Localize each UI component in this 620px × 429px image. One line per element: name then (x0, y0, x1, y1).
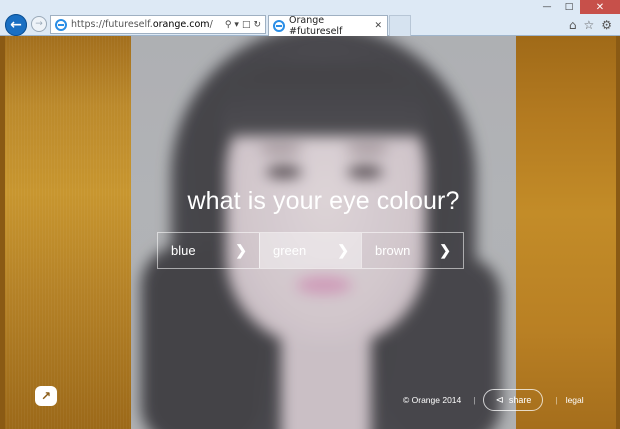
chevron-right-icon: ❯ (439, 242, 451, 258)
tab-title: Orange #futureself (289, 15, 343, 37)
home-icon[interactable]: ⌂ (569, 18, 577, 32)
search-icon[interactable]: ⚲ (225, 20, 232, 30)
copyright-text: © Orange 2014 (403, 395, 462, 405)
left-side-panel (0, 36, 131, 429)
address-bar[interactable]: https://futureself.orange.com/ ⚲ ▾ □ ↻ (50, 15, 266, 34)
option-brown[interactable]: brown ❯ (361, 233, 463, 268)
close-window-icon[interactable]: ✕ (580, 0, 620, 14)
option-label: blue (171, 243, 196, 258)
gear-icon[interactable]: ⚙ (601, 18, 612, 32)
tab-close-icon[interactable]: ✕ (374, 21, 382, 31)
eye-colour-options: blue ❯ green ❯ brown ❯ (157, 232, 464, 269)
right-edge (616, 36, 620, 429)
new-tab-button[interactable] (389, 15, 411, 36)
option-label: brown (375, 243, 411, 258)
option-blue[interactable]: blue ❯ (158, 233, 259, 268)
dropdown-icon[interactable]: ▾ (234, 20, 239, 30)
window-controls: — □ ✕ (536, 0, 620, 14)
ie-logo-icon (55, 18, 67, 31)
page-footer: © Orange 2014 | ⊲ share | legal (403, 388, 584, 412)
fullscreen-button[interactable]: ↗ (35, 386, 57, 406)
share-button[interactable]: ⊲ share (483, 389, 544, 411)
back-icon: ← (10, 17, 22, 33)
web-page: what is your eye colour? blue ❯ green ❯ … (0, 36, 620, 429)
lock-icon[interactable]: □ (242, 20, 251, 30)
option-green[interactable]: green ❯ (259, 233, 361, 268)
browser-chrome: — □ ✕ ← → https://futureself.orange.com/… (0, 0, 620, 37)
legal-link[interactable]: legal (566, 395, 584, 405)
chevron-right-icon: ❯ (235, 242, 247, 258)
forward-icon: → (35, 19, 43, 29)
share-label: share (508, 395, 532, 405)
minimize-icon[interactable]: — (536, 0, 558, 14)
chevron-right-icon: ❯ (337, 242, 349, 258)
footer-divider: | (473, 395, 476, 405)
forward-button[interactable]: → (31, 16, 47, 32)
back-button[interactable]: ← (5, 14, 27, 36)
tab-favicon-icon (273, 20, 285, 32)
maximize-icon[interactable]: □ (558, 0, 580, 14)
right-side-panel (516, 36, 620, 429)
share-icon: ⊲ (495, 394, 504, 406)
browser-tab[interactable]: Orange #futureself ✕ (268, 15, 388, 37)
question-heading: what is your eye colour? (187, 187, 460, 215)
footer-divider: | (555, 395, 558, 405)
left-edge (0, 36, 5, 429)
expand-icon: ↗ (40, 389, 52, 403)
address-url[interactable]: https://futureself.orange.com/ (71, 19, 213, 30)
refresh-icon[interactable]: ↻ (253, 20, 261, 30)
star-icon[interactable]: ☆ (583, 18, 594, 32)
option-label: green (273, 243, 307, 258)
